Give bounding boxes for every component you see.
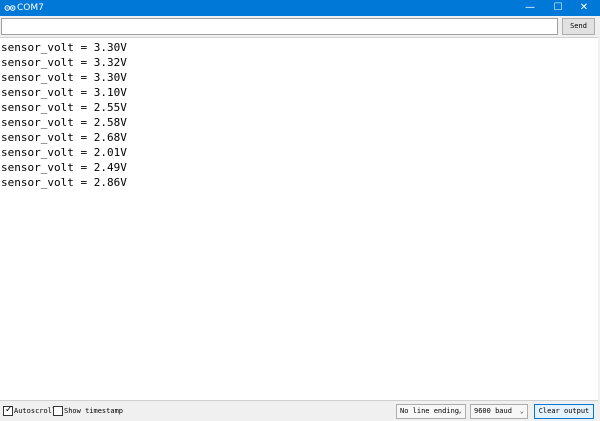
checkmark-icon: ✓ (5, 405, 13, 415)
baud-rate-select[interactable]: 9600 baud ⌄ (470, 404, 528, 419)
chevron-down-icon: ⌄ (519, 407, 524, 415)
output-line: sensor_volt = 2.68V (1, 131, 127, 144)
output-lines: sensor_volt = 3.30V sensor_volt = 3.32V … (0, 38, 598, 190)
output-line: sensor_volt = 2.49V (1, 161, 127, 174)
output-line: sensor_volt = 3.30V (1, 71, 127, 84)
serial-input[interactable] (1, 18, 558, 35)
show-timestamp-checkbox[interactable] (53, 406, 63, 416)
send-bar: Send (0, 16, 600, 37)
close-button[interactable]: ✕ (570, 0, 598, 16)
minimize-button[interactable]: — (516, 0, 544, 16)
output-line: sensor_volt = 2.55V (1, 101, 127, 114)
send-button[interactable]: Send (562, 18, 595, 35)
line-ending-value: No line ending (400, 407, 460, 415)
clear-output-button[interactable]: Clear output (534, 404, 594, 419)
output-line: sensor_volt = 3.30V (1, 41, 127, 54)
output-line: sensor_volt = 3.10V (1, 86, 127, 99)
baud-rate-value: 9600 baud (474, 407, 512, 415)
autoscroll-checkbox[interactable]: ✓ (3, 405, 13, 416)
minimize-icon: — (525, 2, 535, 13)
output-line: sensor_volt = 2.01V (1, 146, 127, 159)
maximize-icon: ☐ (553, 2, 563, 13)
status-bar: ✓ Autoscroll Show timestamp No line endi… (0, 402, 600, 421)
window-title: COM7 (17, 3, 44, 13)
arduino-infinity-icon (4, 5, 16, 11)
serial-output[interactable]: sensor_volt = 3.30V sensor_volt = 3.32V … (0, 37, 598, 401)
maximize-button[interactable]: ☐ (544, 0, 572, 16)
chevron-down-icon: ⌄ (457, 407, 462, 415)
show-timestamp-label: Show timestamp (64, 407, 124, 415)
output-line: sensor_volt = 3.32V (1, 56, 127, 69)
title-bar: COM7 — ☐ ✕ (0, 0, 600, 16)
output-line: sensor_volt = 2.86V (1, 176, 127, 189)
line-ending-select[interactable]: No line ending ⌄ (396, 404, 466, 419)
close-icon: ✕ (579, 2, 589, 13)
output-line: sensor_volt = 2.58V (1, 116, 127, 129)
autoscroll-label: Autoscroll (14, 407, 57, 415)
